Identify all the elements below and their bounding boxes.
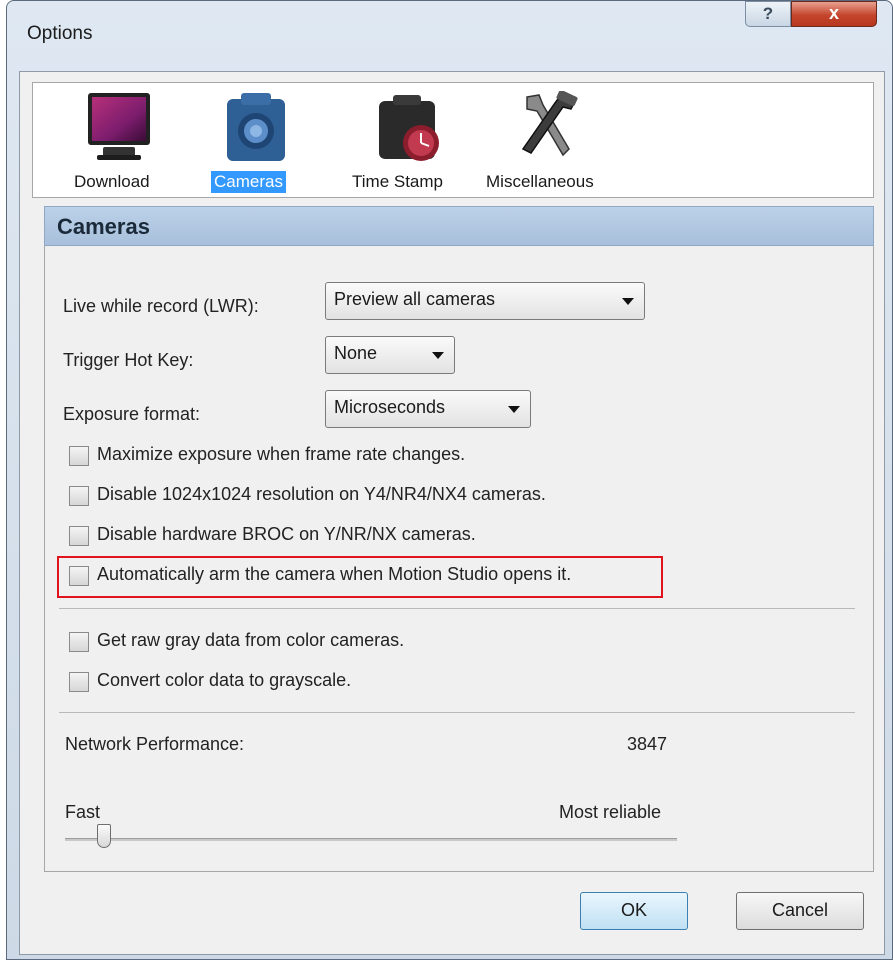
clock-camera-icon (379, 95, 439, 161)
auto-arm-label[interactable]: Automatically arm the camera when Motion… (97, 564, 571, 585)
raw-gray-label[interactable]: Get raw gray data from color cameras. (97, 630, 404, 651)
close-button[interactable]: x (791, 1, 877, 27)
category-cameras[interactable]: Cameras (209, 83, 309, 199)
slider-max-label: Most reliable (559, 802, 662, 822)
category-cameras-label: Cameras (211, 171, 286, 193)
hotkey-select-value: None (334, 343, 378, 363)
disable-1024-label[interactable]: Disable 1024x1024 resolution on Y4/NR4/N… (97, 484, 546, 505)
category-miscellaneous[interactable]: Miscellaneous (483, 83, 613, 199)
convert-grayscale-checkbox[interactable] (69, 672, 89, 692)
slider-min-label: Fast (65, 802, 101, 822)
cancel-button[interactable]: Cancel (736, 892, 864, 930)
help-button[interactable]: ? (745, 1, 791, 27)
network-performance-value: 3847 (627, 734, 668, 754)
window-title: Options (27, 23, 93, 44)
category-time-stamp[interactable]: Time Stamp (349, 83, 469, 199)
category-toolbar: Download Cameras Time Stamp Miscellaneou… (32, 82, 874, 198)
category-miscellaneous-label: Miscellaneous (486, 172, 594, 191)
exposure-label: Exposure format: (63, 404, 201, 424)
category-download[interactable]: Download (71, 83, 171, 199)
options-dialog: Options ? x Download Cameras Time Stamp … (6, 0, 893, 960)
raw-gray-checkbox[interactable] (69, 632, 89, 652)
separator (59, 712, 855, 713)
hotkey-select[interactable]: None (325, 336, 455, 374)
exposure-select[interactable]: Microseconds (325, 390, 531, 428)
exposure-select-value: Microseconds (334, 397, 446, 417)
chevron-down-icon (432, 352, 444, 359)
maximize-exposure-label[interactable]: Maximize exposure when frame rate change… (97, 444, 465, 465)
cameras-options-panel: Live while record (LWR): Preview all cam… (44, 246, 874, 872)
network-slider-thumb[interactable] (97, 824, 111, 848)
camera-icon (227, 93, 285, 161)
network-performance-label: Network Performance: (65, 734, 245, 754)
tools-icon (521, 91, 578, 157)
category-download-label: Download (74, 172, 150, 191)
network-slider-track[interactable] (65, 838, 677, 841)
ok-button[interactable]: OK (580, 892, 688, 930)
auto-arm-checkbox[interactable] (69, 566, 89, 586)
separator (59, 608, 855, 609)
category-time-stamp-label: Time Stamp (352, 172, 444, 191)
title-bar[interactable]: Options ? x (7, 1, 892, 71)
lwr-select[interactable]: Preview all cameras (325, 282, 645, 320)
convert-grayscale-label[interactable]: Convert color data to grayscale. (97, 670, 351, 691)
maximize-exposure-checkbox[interactable] (69, 446, 89, 466)
disable-broc-label[interactable]: Disable hardware BROC on Y/NR/NX cameras… (97, 524, 476, 545)
lwr-select-value: Preview all cameras (334, 289, 496, 309)
hotkey-label: Trigger Hot Key: (63, 350, 194, 370)
lwr-label: Live while record (LWR): (63, 296, 259, 316)
disable-broc-checkbox[interactable] (69, 526, 89, 546)
section-header: Cameras (44, 206, 874, 246)
chevron-down-icon (622, 298, 634, 305)
monitor-icon (88, 93, 150, 160)
chevron-down-icon (508, 406, 520, 413)
dialog-client-area: Download Cameras Time Stamp Miscellaneou… (19, 71, 885, 955)
disable-1024-checkbox[interactable] (69, 486, 89, 506)
